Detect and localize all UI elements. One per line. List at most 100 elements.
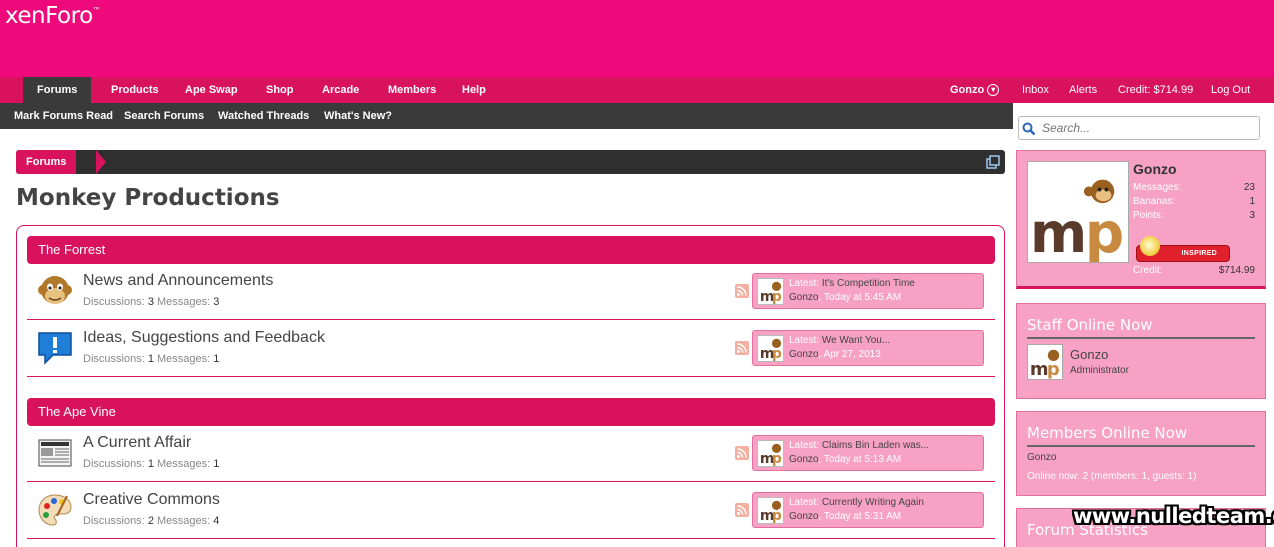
xenforo-logo[interactable]: xenForo™ bbox=[5, 3, 101, 29]
forum-row: News and Announcements Discussions: 3 Me… bbox=[27, 264, 995, 320]
avatar: m p bbox=[757, 497, 784, 524]
svg-text:p: p bbox=[1047, 359, 1060, 380]
nav-shop[interactable]: Shop bbox=[266, 77, 294, 103]
svg-text:p: p bbox=[772, 346, 782, 362]
forum-row: Creative Commons Discussions: 2 Messages… bbox=[27, 483, 995, 539]
subnav-mark-read[interactable]: Mark Forums Read bbox=[14, 103, 113, 129]
nav-logout[interactable]: Log Out bbox=[1211, 77, 1250, 103]
rss-icon[interactable] bbox=[735, 341, 749, 355]
subnav-search-forums[interactable]: Search Forums bbox=[124, 103, 204, 129]
breadcrumb-forums[interactable]: Forums bbox=[16, 150, 77, 174]
nav-help[interactable]: Help bbox=[462, 77, 486, 103]
chevron-down-icon: ▾ bbox=[987, 84, 1000, 97]
latest-user-link[interactable]: Gonzo bbox=[789, 511, 818, 522]
latest-time: Today at 5:45 AM bbox=[823, 292, 902, 303]
svg-text:p: p bbox=[772, 289, 782, 305]
header: xenForo™ bbox=[0, 0, 1274, 77]
bananas-label: Bananas: bbox=[1133, 196, 1176, 207]
nav-arcade[interactable]: Arcade bbox=[322, 77, 359, 103]
points-value: 3 bbox=[1249, 210, 1255, 221]
latest-thread-link[interactable]: It's Competition Time bbox=[822, 278, 915, 289]
search-bar bbox=[1013, 103, 1274, 145]
staff-name[interactable]: Gonzo bbox=[1070, 347, 1108, 362]
search-input[interactable] bbox=[1018, 116, 1260, 140]
svg-text:m: m bbox=[1030, 359, 1049, 380]
breadcrumb: Forums bbox=[16, 150, 1005, 174]
forum-stats: Discussions: 1 Messages: 1 bbox=[83, 353, 220, 365]
latest-thread-link[interactable]: Currently Writing Again bbox=[822, 497, 924, 508]
nav-credit[interactable]: Credit: $714.99 bbox=[1118, 77, 1193, 103]
nav-alerts[interactable]: Alerts bbox=[1069, 77, 1097, 103]
avatar: m p bbox=[757, 278, 784, 305]
online-member-link[interactable]: Gonzo bbox=[1027, 452, 1056, 463]
lightbulb-icon bbox=[1140, 236, 1160, 256]
online-count: Online now: 2 (members: 1, guests: 1) bbox=[1027, 471, 1197, 482]
latest-thread-link[interactable]: Claims Bin Laden was... bbox=[822, 440, 929, 451]
avatar[interactable]: m p bbox=[1027, 344, 1063, 380]
staff-role: Administrator bbox=[1070, 365, 1129, 376]
nav-forums[interactable]: Forums bbox=[23, 77, 92, 103]
forum-title[interactable]: A Current Affair bbox=[83, 434, 191, 452]
palette-icon bbox=[38, 494, 72, 526]
avatar: m p bbox=[757, 335, 784, 362]
svg-text:p: p bbox=[772, 451, 782, 467]
sub-nav: Mark Forums Read Search Forums Watched T… bbox=[0, 103, 1013, 129]
user-menu-name: Gonzo bbox=[950, 84, 985, 96]
latest-user-link[interactable]: Gonzo bbox=[789, 349, 818, 360]
search-icon bbox=[1022, 122, 1036, 136]
points-label: Points: bbox=[1133, 210, 1164, 221]
latest-post[interactable]: m p Latest: Claims Bin Laden was... Gonz… bbox=[752, 435, 984, 471]
subnav-watched-threads[interactable]: Watched Threads bbox=[218, 103, 309, 129]
svg-text:m: m bbox=[1030, 201, 1087, 263]
svg-text:p: p bbox=[772, 508, 782, 524]
latest-time: Today at 5:13 AM bbox=[823, 454, 902, 465]
latest-user-link[interactable]: Gonzo bbox=[789, 292, 818, 303]
staff-online-title: Staff Online Now bbox=[1027, 316, 1255, 339]
rss-icon[interactable] bbox=[735, 503, 749, 517]
nav-members[interactable]: Members bbox=[388, 77, 436, 103]
monkey-face-icon bbox=[38, 276, 72, 304]
forum-title[interactable]: Ideas, Suggestions and Feedback bbox=[83, 329, 325, 347]
page-title: Monkey Productions bbox=[16, 185, 280, 211]
members-online-panel: Members Online Now Gonzo Online now: 2 (… bbox=[1016, 411, 1266, 496]
user-menu[interactable]: Gonzo ▾ bbox=[950, 77, 1000, 103]
avatar[interactable]: m p bbox=[1027, 161, 1129, 263]
latest-post[interactable]: m p Latest: We Want You... Gonzo, Apr 27… bbox=[752, 330, 984, 366]
forum-row: A Current Affair Discussions: 1 Messages… bbox=[27, 426, 995, 482]
latest-thread-link[interactable]: We Want You... bbox=[822, 335, 890, 346]
forum-stats: Discussions: 1 Messages: 1 bbox=[83, 458, 220, 470]
nav-ape-swap[interactable]: Ape Swap bbox=[185, 77, 238, 103]
nav-inbox[interactable]: Inbox bbox=[1022, 77, 1049, 103]
credit-value: $714.99 bbox=[1218, 265, 1255, 276]
members-online-title: Members Online Now bbox=[1027, 424, 1255, 447]
forum-stats: Discussions: 3 Messages: 3 bbox=[83, 296, 220, 308]
latest-post[interactable]: m p Latest: Currently Writing Again Gonz… bbox=[752, 492, 984, 528]
latest-time: Today at 5:31 AM bbox=[823, 511, 902, 522]
credit-label: Credit: bbox=[1133, 265, 1163, 276]
staff-online-panel: Staff Online Now m p Gonzo Administrator bbox=[1016, 303, 1266, 399]
forum-row: Ideas, Suggestions and Feedback Discussi… bbox=[27, 321, 995, 377]
rss-icon[interactable] bbox=[735, 284, 749, 298]
latest-post[interactable]: m p Latest: It's Competition Time Gonzo,… bbox=[752, 273, 984, 309]
nav-products[interactable]: Products bbox=[111, 77, 159, 103]
breadcrumb-arrow bbox=[96, 150, 106, 174]
forum-title[interactable]: Creative Commons bbox=[83, 491, 220, 509]
visitor-panel: m p Gonzo Messages: 23 Bananas: 1 Points… bbox=[1016, 150, 1266, 289]
avatar: m p bbox=[757, 440, 784, 467]
forum-stats: Discussions: 2 Messages: 4 bbox=[83, 515, 220, 527]
newspaper-icon bbox=[38, 439, 72, 467]
category-header[interactable]: The Forrest bbox=[27, 236, 995, 264]
forum-title[interactable]: News and Announcements bbox=[83, 272, 273, 290]
profile-name[interactable]: Gonzo bbox=[1133, 161, 1177, 177]
latest-user-link[interactable]: Gonzo bbox=[789, 454, 818, 465]
watermark: www.nulledteam.com bbox=[1073, 504, 1274, 528]
forum-list: The Forrest News and Announcements Discu… bbox=[16, 225, 1005, 547]
category-header[interactable]: The Ape Vine bbox=[27, 398, 995, 426]
main-nav: Forums Products Ape Swap Shop Arcade Mem… bbox=[0, 77, 1274, 103]
expand-icon[interactable] bbox=[986, 155, 1000, 169]
exclamation-bubble-icon bbox=[38, 332, 72, 365]
bananas-value: 1 bbox=[1249, 196, 1255, 207]
svg-text:p: p bbox=[1085, 201, 1124, 263]
subnav-whats-new[interactable]: What's New? bbox=[324, 103, 392, 129]
rss-icon[interactable] bbox=[735, 446, 749, 460]
